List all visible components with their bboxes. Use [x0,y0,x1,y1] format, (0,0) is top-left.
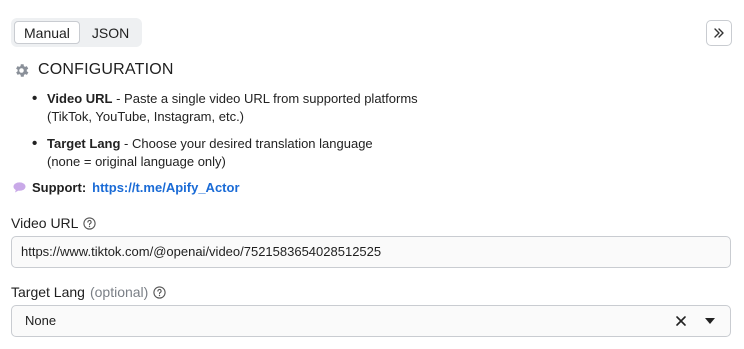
target-lang-select[interactable]: None [11,305,731,337]
gear-icon [13,62,30,79]
json-tab[interactable]: JSON [82,21,139,44]
optional-tag: (optional) [89,284,149,300]
help-circle-icon[interactable] [153,285,166,299]
target-lang-label: Target Lang (optional) [11,284,166,300]
support-link[interactable]: https://t.me/Apify_Actor [92,180,239,195]
support-line: Support: https://t.me/Apify_Actor [13,180,240,195]
config-heading: CONFIGURATION [13,61,174,79]
bullet-name: Video URL [47,91,113,106]
bullet-text: - Choose your desired translation langua… [120,136,373,151]
expand-button[interactable] [706,20,732,46]
bullet-text-2: (TikTok, YouTube, Instagram, etc.) [47,109,245,124]
double-chevron-right-icon [714,28,724,38]
video-url-input[interactable]: https://www.tiktok.com/@openai/video/752… [11,236,731,268]
bullet-text-2: (none = original language only) [47,154,226,169]
video-url-label: Video URL [11,215,97,231]
help-circle-icon[interactable] [83,216,97,230]
bullet-name: Target Lang [47,136,121,151]
chat-bubble-icon [13,182,26,193]
support-label: Support: [32,180,87,195]
bullet-text: - Paste a single video URL from supporte… [112,91,418,106]
caret-down-icon[interactable] [704,317,716,325]
mode-toggle: Manual JSON [11,18,143,47]
bullet-target-lang: • Target Lang - Choose your desired tran… [32,135,373,169]
bullet-video-url: • Video URL - Paste a single video URL f… [32,90,418,124]
config-bullets: • Video URL - Paste a single video URL f… [32,90,592,180]
target-lang-value: None [25,313,57,328]
manual-tab[interactable]: Manual [14,21,80,44]
close-icon[interactable] [674,314,688,328]
video-url-label-text: Video URL [11,215,79,231]
config-heading-text: CONFIGURATION [38,61,174,78]
target-lang-label-text: Target Lang [11,284,85,300]
